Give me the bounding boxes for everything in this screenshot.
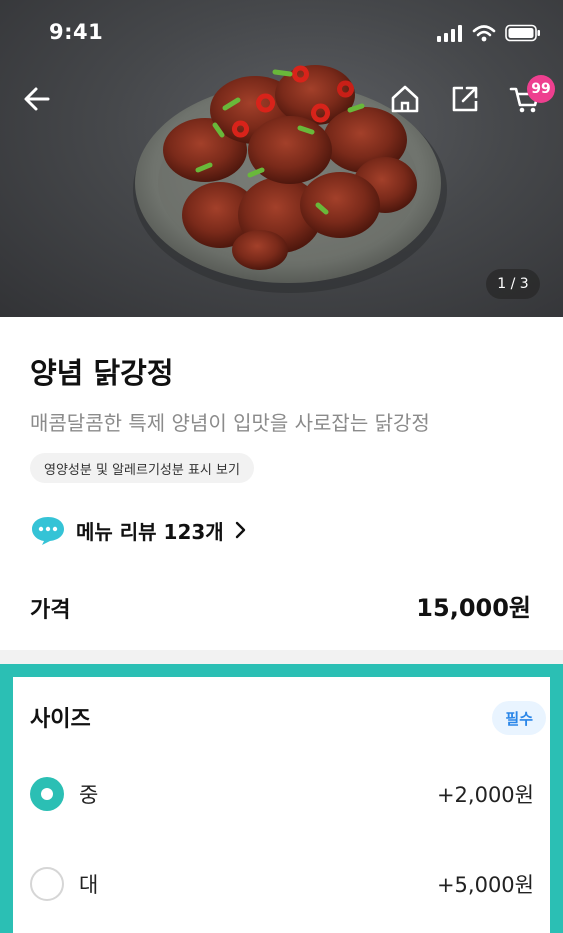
speech-bubble-icon xyxy=(32,517,64,545)
image-counter: 1 / 3 xyxy=(486,269,540,299)
home-button[interactable] xyxy=(383,77,427,121)
size-option-group: 사이즈 필수 중 +2,000원 대 +5,000원 xyxy=(0,664,563,933)
radio-unselected[interactable] xyxy=(30,867,64,901)
option-label: 중 xyxy=(79,783,99,807)
wifi-icon xyxy=(472,25,496,42)
review-count-label: 메뉴 리뷰 123개 xyxy=(76,519,224,544)
status-time: 9:41 xyxy=(49,20,104,44)
product-description: 매콤달콤한 특제 양념이 입맛을 사로잡는 닭강정 xyxy=(30,411,430,435)
product-hero-image[interactable]: 9:41 99 1 / 3 xyxy=(0,0,563,317)
signal-icon xyxy=(437,25,462,42)
radio-selected[interactable] xyxy=(30,777,64,811)
battery-icon xyxy=(505,24,540,42)
nutrition-allergy-link[interactable]: 영양성분 및 알레르기성분 표시 보기 xyxy=(30,453,254,483)
size-option-large[interactable]: 대 +5,000원 xyxy=(30,864,534,904)
size-option-medium[interactable]: 중 +2,000원 xyxy=(30,774,534,814)
status-bar: 9:41 xyxy=(0,0,563,60)
product-title: 양념 닭강정 xyxy=(30,356,174,390)
option-price: +5,000원 xyxy=(436,873,534,897)
share-icon xyxy=(452,86,478,112)
cart-button[interactable]: 99 xyxy=(503,75,555,121)
back-arrow-icon xyxy=(24,87,50,111)
cart-count-badge: 99 xyxy=(527,75,555,103)
home-icon xyxy=(391,85,419,113)
section-divider xyxy=(0,650,563,664)
option-price: +2,000원 xyxy=(436,783,534,807)
back-button[interactable] xyxy=(15,77,59,121)
price-value: 15,000원 xyxy=(416,594,531,622)
top-navigation: 99 xyxy=(0,72,563,128)
required-badge: 필수 xyxy=(492,701,546,735)
price-label: 가격 xyxy=(30,598,71,623)
chevron-right-icon xyxy=(235,521,245,539)
menu-review-link[interactable]: 메뉴 리뷰 123개 xyxy=(30,512,248,548)
size-option-title: 사이즈 xyxy=(30,707,91,732)
share-button[interactable] xyxy=(443,77,487,121)
option-label: 대 xyxy=(79,873,99,897)
